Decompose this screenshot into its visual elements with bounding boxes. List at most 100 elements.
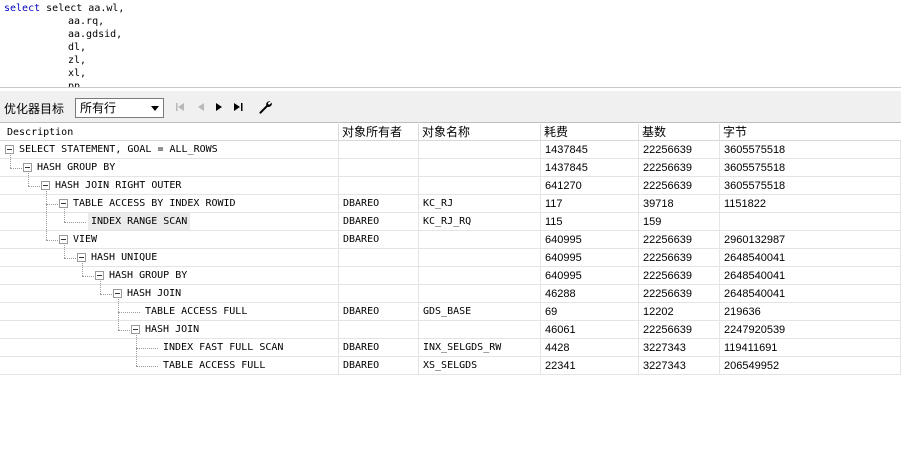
tree-connector xyxy=(64,245,65,258)
table-row[interactable]: HASH UNIQUE 640995 22256639 2648540041 xyxy=(0,249,901,267)
sql-line: dl, xyxy=(68,42,87,53)
owner-cell xyxy=(339,159,419,177)
cost-cell: 4428 xyxy=(541,339,639,357)
bytes-cell: 2247920539 xyxy=(720,321,901,339)
cardinality-cell: 159 xyxy=(639,213,720,231)
cost-cell: 1437845 xyxy=(541,159,639,177)
description-cell: INDEX RANGE SCAN xyxy=(0,213,339,231)
object-name-cell xyxy=(419,267,541,285)
cost-cell: 46061 xyxy=(541,321,639,339)
collapse-icon[interactable] xyxy=(95,271,104,280)
bytes-cell: 2648540041 xyxy=(720,267,901,285)
owner-cell: DBAREO xyxy=(339,231,419,249)
object-name-cell xyxy=(419,231,541,249)
description-cell: HASH JOIN xyxy=(0,321,339,339)
object-name-cell xyxy=(419,285,541,303)
first-step-button[interactable] xyxy=(172,99,188,115)
cost-cell: 640995 xyxy=(541,249,639,267)
collapse-icon[interactable] xyxy=(41,181,50,190)
collapse-icon[interactable] xyxy=(23,163,32,172)
collapse-icon[interactable] xyxy=(131,325,140,334)
column-header-owner[interactable]: 对象所有者 xyxy=(339,124,419,141)
column-header-cardinality[interactable]: 基数 xyxy=(639,124,720,141)
description-cell: HASH JOIN RIGHT OUTER xyxy=(0,177,339,195)
optimizer-goal-value: 所有行 xyxy=(80,101,117,115)
table-row[interactable]: HASH JOIN 46288 22256639 2648540041 xyxy=(0,285,901,303)
tree-connector xyxy=(100,281,101,294)
collapse-icon[interactable] xyxy=(113,289,122,298)
bytes-cell: 119411691 xyxy=(720,339,901,357)
sql-editor[interactable]: select select aa.wl, aa.rq, aa.gdsid, dl… xyxy=(0,0,901,88)
collapse-icon[interactable] xyxy=(59,199,68,208)
cardinality-cell: 22256639 xyxy=(639,177,720,195)
tree-connector xyxy=(118,299,119,330)
operation-text: VIEW xyxy=(73,234,98,245)
tree-connector xyxy=(82,263,83,276)
settings-button[interactable] xyxy=(257,99,273,115)
owner-cell: DBAREO xyxy=(339,303,419,321)
object-name-cell: XS_SELGDS xyxy=(419,357,541,375)
object-name-cell: INX_SELGDS_RW xyxy=(419,339,541,357)
collapse-icon[interactable] xyxy=(59,235,68,244)
owner-cell xyxy=(339,321,419,339)
description-cell: HASH JOIN xyxy=(0,285,339,303)
table-row[interactable]: HASH GROUP BY 1437845 22256639 3605575518 xyxy=(0,159,901,177)
object-name-cell: KC_RJ xyxy=(419,195,541,213)
tree-connector xyxy=(46,240,60,241)
table-row[interactable]: TABLE ACCESS FULL DBAREO GDS_BASE 69 12202 21… xyxy=(0,303,901,321)
column-header-object-name[interactable]: 对象名称 xyxy=(419,124,541,141)
bytes-cell: 2648540041 xyxy=(720,249,901,267)
cost-cell: 22341 xyxy=(541,357,639,375)
optimizer-goal-select[interactable]: 所有行 xyxy=(75,98,164,118)
next-step-button[interactable] xyxy=(211,99,227,115)
table-row[interactable]: HASH JOIN RIGHT OUTER 641270 22256639 36055… xyxy=(0,177,901,195)
operation-text: INDEX RANGE SCAN xyxy=(88,213,191,230)
cost-cell: 115 xyxy=(541,213,639,231)
tree-connector xyxy=(64,258,78,259)
bytes-cell: 2648540041 xyxy=(720,285,901,303)
bytes-cell: 3605575518 xyxy=(720,177,901,195)
bytes-cell: 1151822 xyxy=(720,195,901,213)
cardinality-cell: 22256639 xyxy=(639,231,720,249)
column-header-bytes[interactable]: 字节 xyxy=(720,124,901,141)
table-row[interactable]: HASH GROUP BY 640995 22256639 2648540041 xyxy=(0,267,901,285)
object-name-cell xyxy=(419,177,541,195)
operation-text: TABLE ACCESS FULL xyxy=(163,360,266,371)
column-header-description[interactable]: Description xyxy=(0,124,339,141)
bytes-cell: 206549952 xyxy=(720,357,901,375)
collapse-icon[interactable] xyxy=(77,253,86,262)
tree-connector xyxy=(136,335,137,366)
sql-line: pp, xyxy=(68,81,87,88)
cost-cell: 46288 xyxy=(541,285,639,303)
column-header-cost[interactable]: 耗费 xyxy=(541,124,639,141)
bytes-cell: 2960132987 xyxy=(720,231,901,249)
operation-text: HASH JOIN xyxy=(127,288,182,299)
play-back-icon xyxy=(198,103,204,111)
description-cell: TABLE ACCESS BY INDEX ROWID xyxy=(0,195,339,213)
tree-connector xyxy=(82,276,96,277)
table-row[interactable]: VIEW DBAREO 640995 22256639 2960132987 xyxy=(0,231,901,249)
object-name-cell xyxy=(419,159,541,177)
object-name-cell xyxy=(419,249,541,267)
table-row[interactable]: TABLE ACCESS BY INDEX ROWID DBAREO KC_RJ 11… xyxy=(0,195,901,213)
last-step-button[interactable] xyxy=(231,99,247,115)
cost-cell: 640995 xyxy=(541,267,639,285)
tree-connector xyxy=(64,209,65,222)
operation-text: INDEX FAST FULL SCAN xyxy=(163,342,284,353)
description-cell: TABLE ACCESS FULL xyxy=(0,357,339,375)
operation-text: HASH UNIQUE xyxy=(91,252,158,263)
operation-text: HASH JOIN RIGHT OUTER xyxy=(55,180,182,191)
table-row[interactable]: INDEX RANGE SCAN DBAREO KC_RJ_RQ 115 159 xyxy=(0,213,901,231)
optimizer-goal-label: 优化器目标 xyxy=(4,102,65,116)
cardinality-cell: 22256639 xyxy=(639,159,720,177)
cardinality-cell: 22256639 xyxy=(639,285,720,303)
table-row[interactable]: SELECT STATEMENT, GOAL = ALL_ROWS 1437845… xyxy=(0,141,901,159)
collapse-icon[interactable] xyxy=(5,145,14,154)
cardinality-cell: 22256639 xyxy=(639,267,720,285)
description-cell: TABLE ACCESS FULL xyxy=(0,303,339,321)
explain-plan-grid[interactable]: Description 对象所有者 对象名称 耗费 基数 字节 SELECT S… xyxy=(0,124,901,449)
description-cell: HASH UNIQUE xyxy=(0,249,339,267)
object-name-cell xyxy=(419,141,541,159)
tree-connector xyxy=(100,294,114,295)
previous-step-button[interactable] xyxy=(193,99,209,115)
